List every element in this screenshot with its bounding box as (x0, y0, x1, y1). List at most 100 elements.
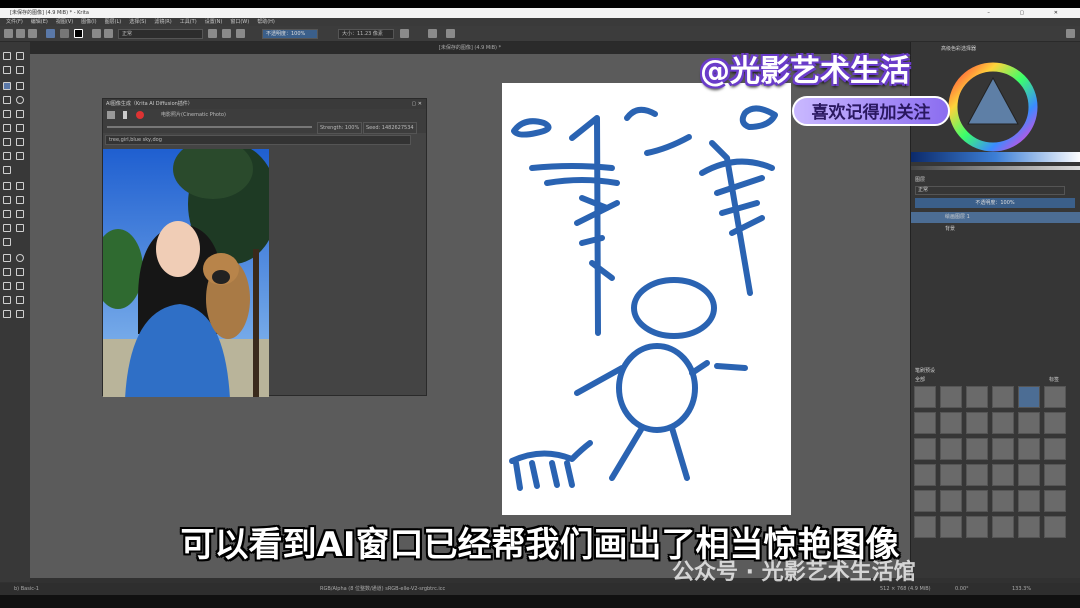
brush-preset[interactable] (940, 386, 962, 408)
brush-preset[interactable] (1018, 464, 1040, 486)
sketch-canvas[interactable] (502, 83, 791, 515)
blend-mode-select[interactable]: 正常 (118, 29, 203, 39)
brush-preset[interactable] (1044, 490, 1066, 512)
line-tool-icon[interactable] (16, 82, 24, 90)
brush-preset[interactable] (1044, 438, 1066, 460)
freehand-select-icon[interactable] (16, 268, 24, 276)
size-slider[interactable]: 大小：11.23 像素 (338, 29, 394, 39)
brush-preset[interactable] (992, 386, 1014, 408)
assistant-tool-icon[interactable] (3, 224, 11, 232)
reload-icon[interactable] (236, 29, 245, 38)
generate-icon[interactable] (107, 111, 115, 119)
brush-preset[interactable] (1044, 386, 1066, 408)
ai-window-close-icon[interactable]: ▢ ✕ (411, 99, 422, 109)
layer-blend-mode[interactable]: 正常 (915, 186, 1065, 195)
opacity-slider[interactable]: 不透明度：100% (262, 29, 318, 39)
gradient-icon[interactable] (46, 29, 55, 38)
layer-opacity[interactable]: 不透明度：100% (915, 198, 1075, 208)
menu-select[interactable]: 选择(S) (129, 18, 146, 26)
brush-preset[interactable] (992, 438, 1014, 460)
strength-slider[interactable] (107, 126, 312, 128)
menu-file[interactable]: 文件(F) (6, 18, 23, 26)
wrap-icon[interactable] (428, 29, 437, 38)
polygon-tool-icon[interactable] (3, 110, 11, 118)
brush-preset[interactable] (966, 386, 988, 408)
smart-patch-icon[interactable] (3, 196, 11, 204)
strength-field[interactable]: Strength: 100% (317, 122, 363, 134)
calligraphy-icon[interactable] (16, 66, 24, 74)
brush-preset[interactable] (1044, 464, 1066, 486)
brush-settings-icon[interactable] (92, 29, 101, 38)
bezier-select-icon[interactable] (3, 296, 11, 304)
menu-edit[interactable]: 编辑(E) (31, 18, 48, 26)
seed-field[interactable]: Seed: 1482627534 (363, 122, 417, 134)
brush-preset[interactable] (940, 490, 962, 512)
dynamic-brush-icon[interactable] (3, 138, 11, 146)
menu-settings[interactable]: 设置(N) (205, 18, 223, 26)
style-select[interactable]: 电影照片(Cinematic Photo) (161, 110, 226, 120)
color-wheel[interactable] (948, 62, 1038, 152)
value-slider[interactable] (911, 166, 1080, 170)
workspace-icon[interactable] (1066, 29, 1075, 38)
mirror-icon[interactable] (400, 29, 409, 38)
brush-preset[interactable] (1018, 490, 1040, 512)
window-controls[interactable]: – ▢ ✕ (987, 8, 1072, 18)
crop-tool-icon[interactable] (3, 166, 11, 174)
brush-preset[interactable] (966, 464, 988, 486)
zoom-tool-icon[interactable] (3, 310, 11, 318)
menu-help[interactable]: 帮助(H) (257, 18, 275, 26)
colorize-mask-icon[interactable] (16, 196, 24, 204)
similar-select-icon[interactable] (16, 282, 24, 290)
reference-tool-icon[interactable] (3, 238, 11, 246)
edit-shapes-icon[interactable] (3, 66, 11, 74)
ellipse-select-icon[interactable] (16, 254, 24, 262)
brush-preset-icon[interactable] (104, 29, 113, 38)
brush-preset[interactable] (914, 490, 936, 512)
menu-window[interactable]: 窗口(W) (230, 18, 249, 26)
brushes-filter[interactable]: 全部 (915, 376, 925, 383)
brush-preset[interactable] (1044, 412, 1066, 434)
brush-preset[interactable] (992, 464, 1014, 486)
enclose-fill-icon[interactable] (16, 210, 24, 218)
brush-preset[interactable] (1018, 412, 1040, 434)
color-picker-icon[interactable] (16, 182, 24, 190)
generated-image[interactable] (103, 149, 269, 397)
menu-filter[interactable]: 滤镜(R) (154, 18, 171, 26)
save-icon[interactable] (28, 29, 37, 38)
brush-preset[interactable] (914, 412, 936, 434)
alpha-lock-icon[interactable] (222, 29, 231, 38)
record-icon[interactable] (136, 111, 144, 119)
brushes-tag[interactable]: 标签 (1049, 376, 1059, 383)
pan-tool-icon[interactable] (16, 310, 24, 318)
bezier-tool-icon[interactable] (3, 124, 11, 132)
pause-icon[interactable] (123, 111, 127, 119)
ai-generation-window[interactable]: AI图像生成（Krita AI Diffusion插件） ▢ ✕ 电影照片(Ci… (102, 98, 427, 397)
transform-tool-icon[interactable] (3, 152, 11, 160)
status-brush[interactable]: b) Basic-1 (14, 583, 39, 595)
brush-preset-selected[interactable] (1018, 386, 1040, 408)
foreground-color-icon[interactable] (74, 29, 83, 38)
freehand-brush-icon[interactable] (3, 82, 11, 90)
layer-row-background[interactable]: 背景 (911, 224, 1080, 235)
status-zoom[interactable]: 133.3% (1012, 583, 1031, 595)
rect-select-icon[interactable] (3, 254, 11, 262)
menu-tools[interactable]: 工具(T) (180, 18, 197, 26)
brush-preset[interactable] (940, 438, 962, 460)
ellipse-tool-icon[interactable] (16, 96, 24, 104)
polyline-tool-icon[interactable] (16, 110, 24, 118)
freehand-path-icon[interactable] (16, 124, 24, 132)
rectangle-tool-icon[interactable] (3, 96, 11, 104)
brush-preset[interactable] (966, 490, 988, 512)
prompt-input[interactable]: tree,girl,blue sky,dog (105, 135, 411, 145)
brush-preset[interactable] (992, 490, 1014, 512)
menu-layer[interactable]: 图层(L) (105, 18, 122, 26)
menu-image[interactable]: 图像(I) (81, 18, 96, 26)
brush-preset[interactable] (966, 438, 988, 460)
brush-preset[interactable] (940, 412, 962, 434)
color-slider[interactable] (911, 152, 1080, 162)
text-tool-icon[interactable] (16, 52, 24, 60)
brush-preset[interactable] (966, 412, 988, 434)
magnetic-select-icon[interactable] (16, 296, 24, 304)
menu-view[interactable]: 视图(V) (56, 18, 73, 26)
open-file-icon[interactable] (16, 29, 25, 38)
